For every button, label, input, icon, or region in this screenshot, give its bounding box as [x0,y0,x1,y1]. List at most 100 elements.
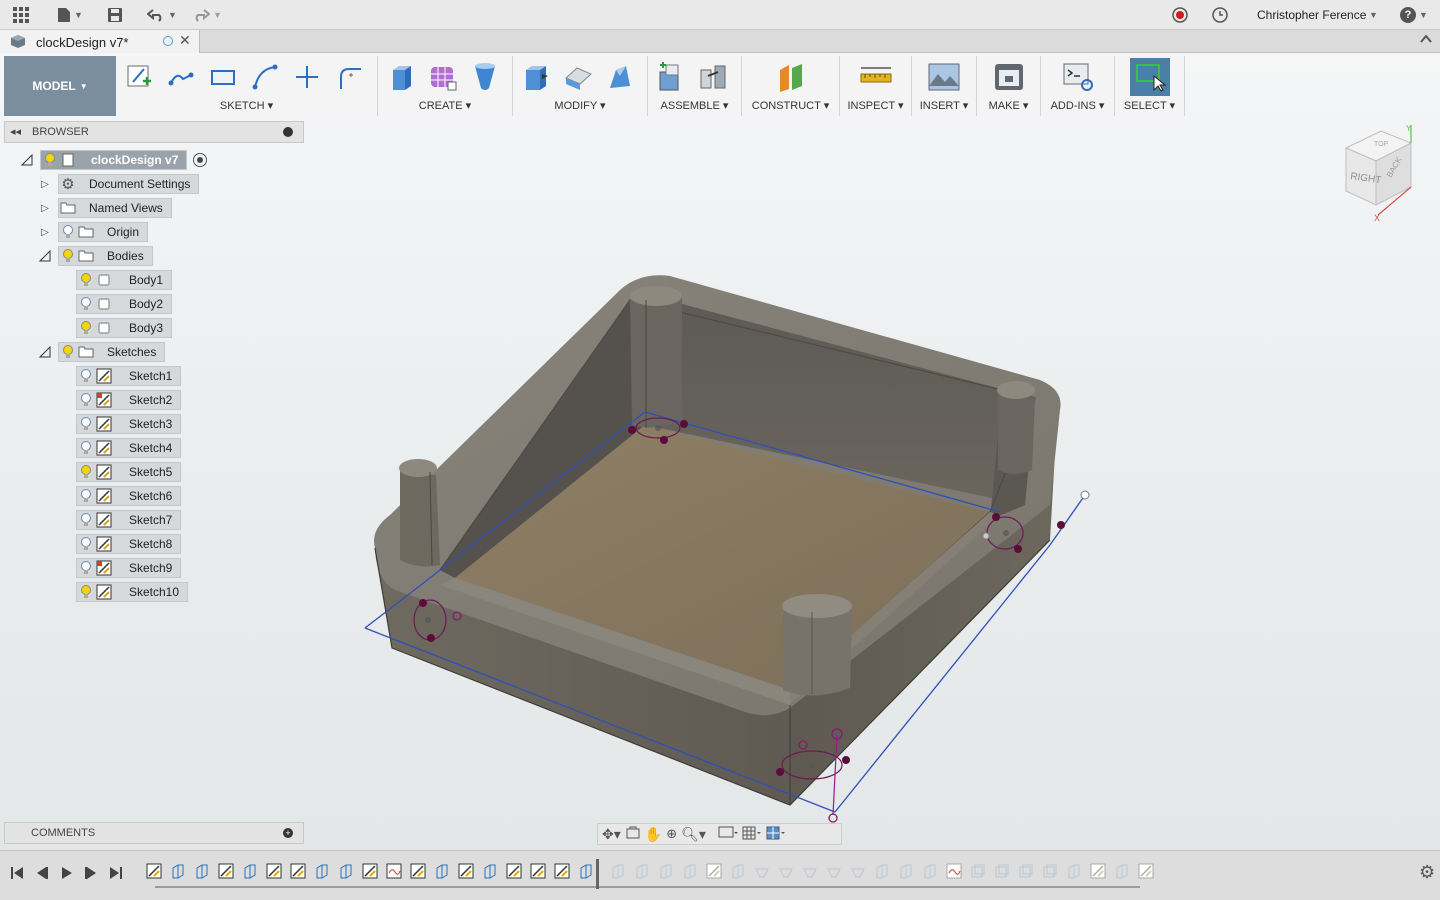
add-comment-icon[interactable]: + [283,828,293,838]
viewports-icon[interactable] [766,826,786,843]
timeline-sketch-icon[interactable] [706,863,724,881]
fillet-sketch-icon[interactable] [332,60,366,94]
visibility-bulb-icon[interactable] [77,391,95,409]
add-ins-group-label[interactable]: ADD-INS ▾ [1041,99,1114,112]
expand-arrow-icon[interactable]: ▷ [38,225,52,239]
orbit-icon[interactable]: ✥▾ [602,826,621,843]
timeline-sketch-icon[interactable] [1090,863,1108,881]
display-settings-icon[interactable] [718,826,738,843]
tree-item-sketch6[interactable]: Sketch6 [76,486,182,506]
3d-print-icon[interactable] [992,60,1026,94]
timeline-feature-icon[interactable] [194,863,212,881]
timeline-sketch-icon[interactable] [554,863,572,881]
timeline-feature-icon[interactable] [946,863,964,881]
visibility-bulb-icon[interactable] [59,343,77,361]
timeline-sketch-icon[interactable] [458,863,476,881]
timeline-feature-icon[interactable] [1114,863,1132,881]
timeline-sketch-icon[interactable] [362,863,380,881]
tree-item-sketch1[interactable]: Sketch1 [76,366,182,386]
expand-arrow-icon[interactable]: ▷ [38,201,52,215]
timeline-feature-icon[interactable] [994,863,1012,881]
select-icon[interactable] [1129,58,1170,96]
tree-item-sketches[interactable]: Sketches [38,342,166,362]
visibility-bulb-icon[interactable] [77,511,95,529]
visibility-bulb-icon[interactable] [77,271,95,289]
chamfer-icon[interactable] [603,60,637,94]
timeline-first-icon[interactable] [8,864,26,882]
timeline-sketch-icon[interactable] [506,863,524,881]
pan-hand-icon[interactable]: ✋ [645,826,662,843]
timeline-settings-gear-icon[interactable]: ⚙ [1419,862,1435,883]
modify-group-label[interactable]: MODIFY ▾ [513,99,647,112]
timeline-feature-icon[interactable] [802,863,820,881]
visibility-bulb-icon[interactable] [77,487,95,505]
timeline-feature-icon[interactable] [730,863,748,881]
timeline-sketch-icon[interactable] [1138,863,1156,881]
look-at-icon[interactable] [625,826,641,843]
form-icon[interactable] [426,60,460,94]
file-menu-icon[interactable]: ▼ [55,5,85,25]
tree-item-sketch10[interactable]: Sketch10 [76,582,189,602]
user-menu-chevron-down-icon[interactable]: ▼ [1365,5,1379,25]
timeline-next-icon[interactable] [82,864,100,882]
tree-item-document-settings[interactable]: ▷ ⚙ Document Settings [38,174,200,194]
expand-arrow-icon[interactable] [38,345,52,359]
close-tab-icon[interactable]: ✕ [179,32,191,49]
tree-item-sketch4[interactable]: Sketch4 [76,438,182,458]
sketch-group-label[interactable]: SKETCH ▾ [116,99,377,112]
timeline-sketch-icon[interactable] [290,863,308,881]
extrude-icon[interactable] [384,60,418,94]
insert-image-icon[interactable] [927,60,961,94]
tree-item-bodies[interactable]: Bodies [38,246,153,266]
visibility-bulb-icon[interactable] [77,583,95,601]
activate-radio-icon[interactable] [193,153,208,167]
save-icon[interactable] [105,5,125,25]
timeline-feature-icon[interactable] [658,863,676,881]
offset-plane-icon[interactable] [774,60,808,94]
tree-item-sketch5[interactable]: Sketch5 [76,462,182,482]
expand-arrow-icon[interactable] [38,249,52,263]
timeline-sketch-icon[interactable] [530,863,548,881]
collapse-chevron-up-icon[interactable] [1420,33,1432,47]
app-grid-icon[interactable] [10,5,32,25]
timeline-last-icon[interactable] [107,864,125,882]
tree-item-body2[interactable]: Body2 [76,294,173,314]
timeline-track[interactable] [146,863,1154,887]
timeline-feature-icon[interactable] [634,863,652,881]
timeline-feature-icon[interactable] [314,863,332,881]
timeline-feature-icon[interactable] [170,863,188,881]
timeline-feature-icon[interactable] [1018,863,1036,881]
tree-item-sketch8[interactable]: Sketch8 [76,534,182,554]
timeline-feature-icon[interactable] [482,863,500,881]
user-account-menu[interactable]: Christopher Ference [1257,8,1366,22]
view-cube[interactable]: RIGHT BACK TOP Y X [1336,123,1426,223]
fit-zoom-icon[interactable]: 🔍︎▾ [681,826,706,843]
fillet-icon[interactable] [561,60,595,94]
construct-group-label[interactable]: CONSTRUCT ▾ [742,99,839,112]
create-group-label[interactable]: CREATE ▾ [378,99,512,112]
help-icon[interactable]: ? ▼ [1398,5,1430,25]
arc-icon[interactable] [248,60,282,94]
joint-icon[interactable] [696,60,730,94]
press-pull-icon[interactable] [519,60,553,94]
timeline-feature-icon[interactable] [874,863,892,881]
timeline-feature-icon[interactable] [850,863,868,881]
timeline-feature-icon[interactable] [578,863,596,881]
visibility-bulb-icon[interactable] [59,223,77,241]
document-tab[interactable]: clockDesign v7* ✕ [0,30,200,53]
browser-panel-header[interactable]: ◂◂ BROWSER [4,121,304,143]
tree-item-sketch2[interactable]: Sketch2 [76,390,182,410]
visibility-bulb-icon[interactable] [77,439,95,457]
make-group-label[interactable]: MAKE ▾ [977,99,1040,112]
undo-icon[interactable]: ▼ [145,5,179,25]
browser-options-icon[interactable] [283,127,293,137]
line-icon[interactable] [164,60,198,94]
create-sketch-icon[interactable] [122,60,156,94]
timeline-feature-icon[interactable] [922,863,940,881]
assemble-group-label[interactable]: ASSEMBLE ▾ [648,99,741,112]
expand-arrow-icon[interactable] [20,153,34,167]
tree-item-sketch3[interactable]: Sketch3 [76,414,182,434]
grid-settings-icon[interactable] [742,826,762,843]
redo-icon[interactable]: ▼ [190,5,224,25]
timeline-feature-icon[interactable] [610,863,628,881]
